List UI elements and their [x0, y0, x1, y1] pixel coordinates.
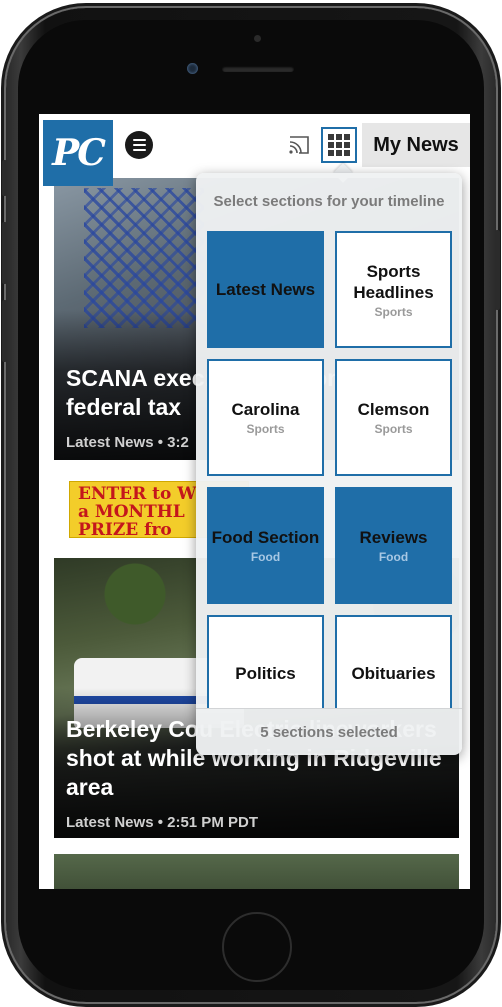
section-tile-name: Politics — [235, 664, 296, 683]
earpiece-speaker — [222, 66, 294, 72]
cast-icon[interactable] — [287, 134, 311, 156]
proximity-sensor — [254, 35, 261, 42]
section-tile[interactable]: Latest News — [207, 231, 324, 348]
section-tile[interactable]: Politics — [207, 615, 324, 708]
sections-title: Select sections for your timeline — [213, 193, 445, 210]
story-meta: Latest News • 2:51 PM PDT — [66, 814, 258, 831]
app-screen: My News PC SCANA exec: completion of fed… — [39, 114, 470, 889]
section-tile-name: Obituaries — [351, 664, 436, 683]
section-tile-name: Reviews — [359, 528, 428, 547]
my-news-button[interactable]: My News — [362, 123, 470, 167]
volume-down-button — [2, 300, 7, 362]
grid-icon[interactable] — [321, 127, 357, 163]
sections-selected-count: 5 sections selected — [196, 708, 462, 755]
section-tiles: Latest News Sports Headlines Sports Caro… — [207, 231, 453, 708]
section-tile-category: Sports — [374, 304, 413, 319]
story-image-crane — [84, 188, 204, 328]
front-camera — [187, 63, 198, 74]
section-tile-name: Clemson — [357, 400, 430, 419]
section-tile[interactable]: Reviews Food — [335, 487, 452, 604]
mute-switch — [2, 160, 7, 196]
section-tile-category: Food — [378, 550, 409, 564]
section-tile[interactable]: Food Section Food — [207, 487, 324, 604]
section-tile-name: Carolina — [231, 400, 300, 419]
section-tile[interactable]: Obituaries — [335, 615, 452, 708]
section-tile[interactable]: Carolina Sports — [207, 359, 324, 476]
section-tile-category: Sports — [246, 422, 285, 436]
section-tile-name: Sports Headlines — [353, 261, 434, 302]
section-tile-category: Food — [250, 550, 281, 564]
section-tile[interactable]: Sports Headlines Sports — [335, 231, 452, 348]
home-button[interactable] — [222, 912, 292, 982]
logo[interactable]: PC — [43, 120, 113, 186]
section-tile-name: Latest News — [215, 280, 316, 299]
section-tile-name: Food Section — [211, 528, 320, 547]
power-button — [495, 230, 500, 310]
story-card[interactable] — [54, 854, 459, 889]
hamburger-menu-icon[interactable] — [125, 131, 153, 159]
sections-popover: Select sections for your timeline Latest… — [196, 173, 462, 755]
section-tile[interactable]: Clemson Sports — [335, 359, 452, 476]
section-tile-category: Sports — [374, 422, 413, 436]
story-meta: Latest News • 3:2 — [66, 434, 189, 451]
volume-up-button — [2, 222, 7, 284]
